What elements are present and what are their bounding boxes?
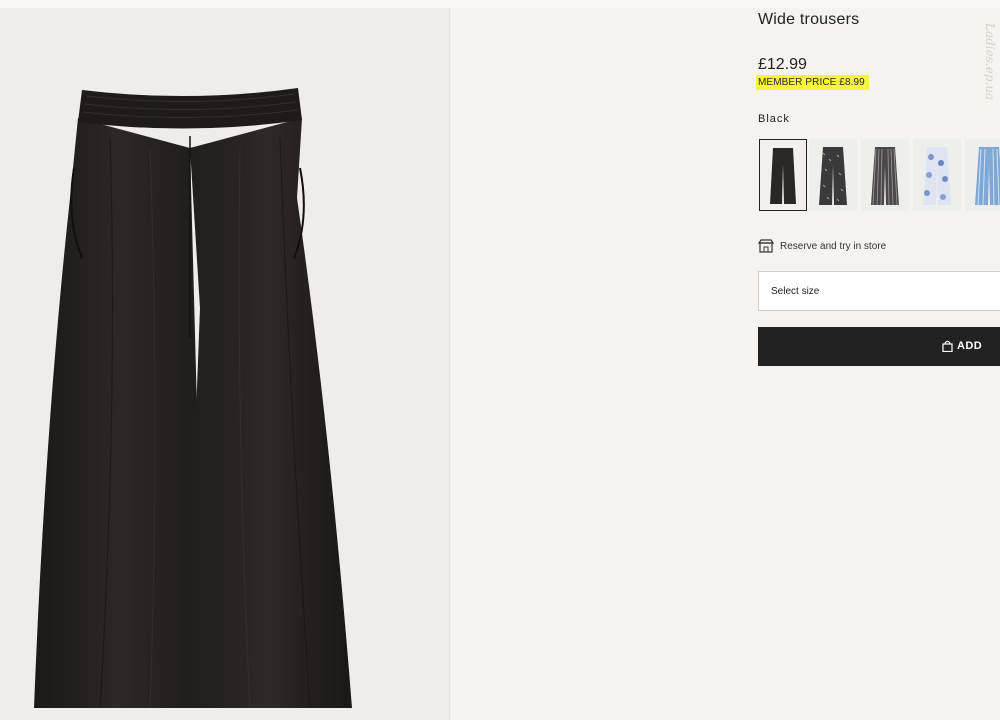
swatch-blue-striped[interactable] (965, 139, 1000, 211)
add-to-bag-button[interactable]: ADD (758, 327, 1000, 366)
size-select[interactable]: Select size (758, 271, 1000, 311)
selected-color-label: Black (758, 113, 790, 125)
product-price: £12.99 (758, 56, 807, 73)
reserve-in-store-link[interactable]: Reserve and try in store (757, 236, 887, 256)
swatch-black-patterned-image (819, 147, 847, 205)
swatch-black-striped[interactable] (861, 139, 909, 211)
product-page: Wide trousers £12.99 MEMBER PRICE £8.99 … (0, 0, 1000, 720)
swatch-blue-striped-image (975, 147, 1000, 206)
swatch-black-patterned[interactable] (809, 139, 857, 211)
swatch-black-striped-image (871, 147, 899, 206)
watermark: Ladies.ep.ua (980, 23, 998, 126)
shopping-bag-icon (942, 340, 953, 352)
swatch-blue-floral[interactable] (913, 139, 961, 211)
product-info: Wide trousers £12.99 MEMBER PRICE £8.99 … (756, 0, 1000, 720)
swatch-black-image (770, 148, 796, 204)
add-button-label: ADD (957, 340, 983, 352)
product-image[interactable] (0, 8, 449, 720)
store-icon (757, 238, 775, 254)
watermark-text: Ladies.ep.ua (983, 23, 997, 101)
size-select-placeholder: Select size (771, 285, 820, 297)
color-swatches (758, 139, 1000, 213)
panel-divider (449, 8, 450, 720)
member-price-badge: MEMBER PRICE £8.99 (756, 75, 869, 90)
product-title: Wide trousers (758, 11, 860, 28)
trousers-photo (34, 88, 352, 709)
reserve-label: Reserve and try in store (780, 240, 887, 252)
swatch-blue-floral-image (923, 147, 951, 205)
swatch-black[interactable] (759, 139, 807, 211)
